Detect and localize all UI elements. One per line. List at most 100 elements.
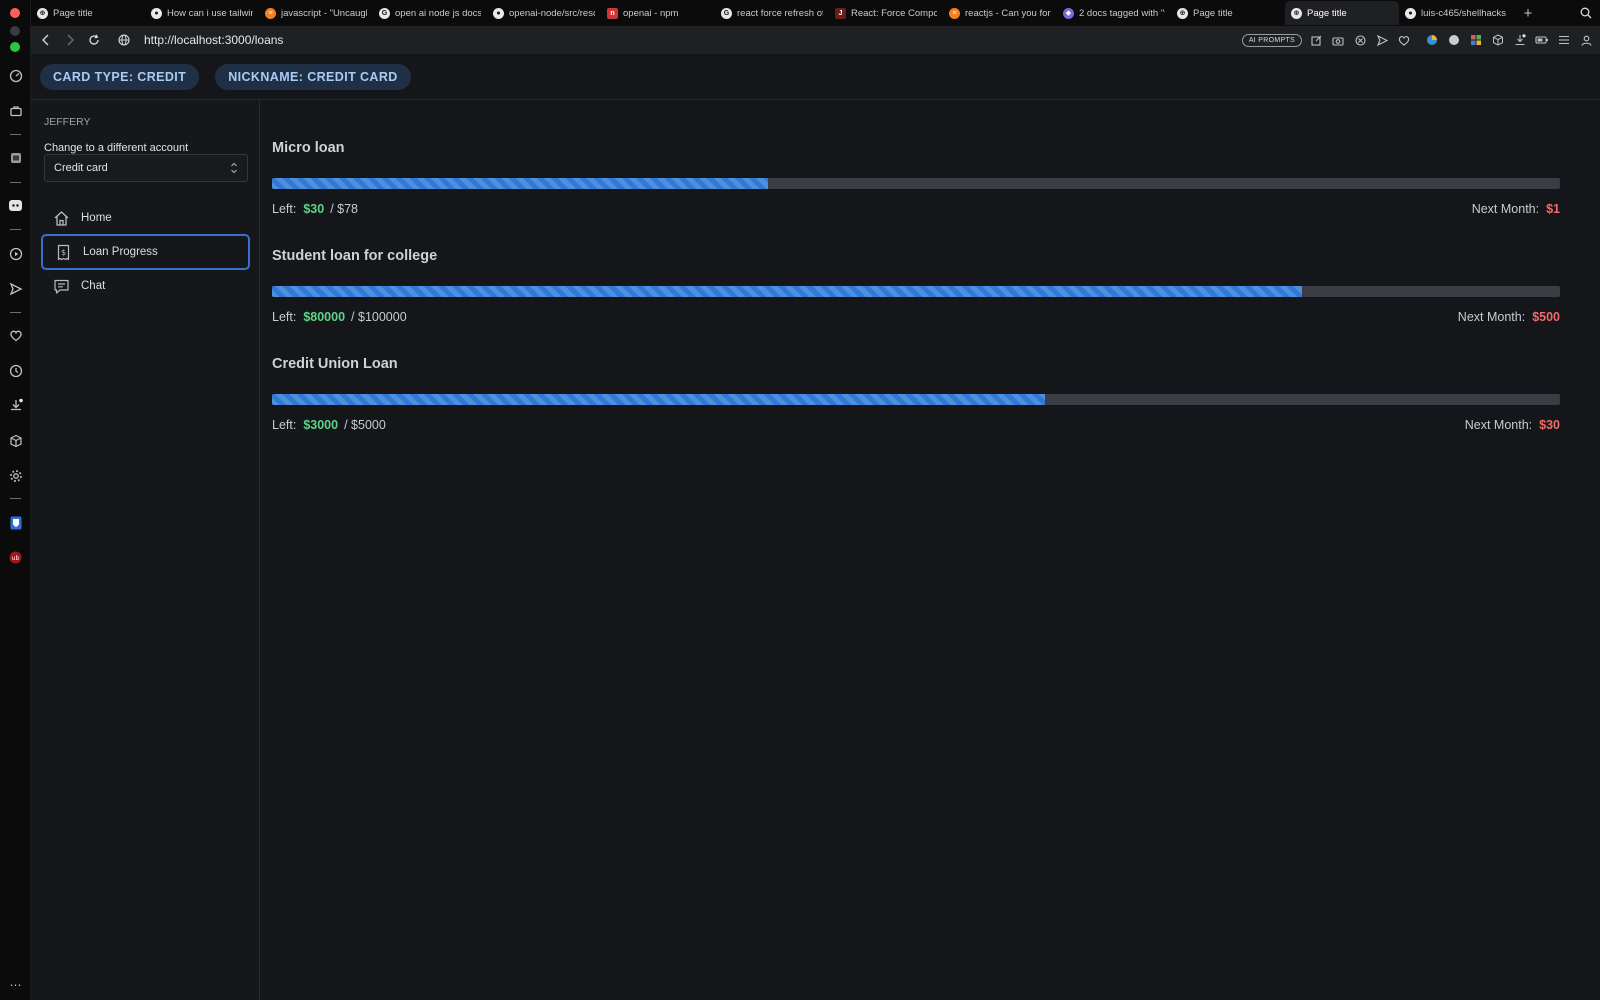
briefcase-icon[interactable]	[7, 102, 24, 119]
app-sidebar: JEFFERY Change to a different account Cr…	[31, 100, 260, 1000]
browser-sidebar: ub ⋯	[0, 0, 31, 1000]
github-icon: ●	[1405, 7, 1416, 19]
history-icon[interactable]	[7, 362, 24, 379]
send-icon[interactable]	[1374, 32, 1390, 48]
heart-icon[interactable]	[7, 327, 24, 344]
chevron-right-icon	[67, 34, 74, 46]
j-icon: J	[835, 7, 846, 19]
sidebar-item-label: Loan Progress	[83, 246, 158, 258]
browser-tab[interactable]: Gopen ai node js docs	[373, 1, 487, 25]
cube-icon[interactable]	[7, 432, 24, 449]
play-circle-icon[interactable]	[7, 245, 24, 262]
url-field[interactable]: http://localhost:3000/loans	[144, 33, 283, 47]
back-button[interactable]	[34, 28, 58, 52]
block-icon[interactable]	[1352, 32, 1368, 48]
change-account-label: Change to a different account	[44, 142, 189, 154]
downloads-icon[interactable]	[7, 396, 24, 413]
user-name: JEFFERY	[44, 116, 91, 128]
card-type-badge: CARD TYPE: CREDIT	[40, 63, 200, 90]
reload-button[interactable]	[82, 28, 106, 52]
browser-tab[interactable]: ◆ 2 docs tagged with "t	[1057, 1, 1171, 25]
browser-tab-active[interactable]: ⊕ Page title	[1285, 1, 1399, 25]
messenger-icon[interactable]	[7, 149, 24, 166]
forward-button[interactable]	[58, 28, 82, 52]
tab-label: openai - npm	[623, 7, 679, 19]
left-label: Left:	[272, 418, 297, 432]
camera-icon[interactable]	[1330, 32, 1346, 48]
left-label: Left:	[272, 310, 297, 324]
browser-tab[interactable]: J React: Force Compon	[829, 1, 943, 25]
heart-icon[interactable]	[1396, 32, 1412, 48]
loan-title: Student loan for college	[272, 248, 438, 264]
tab-label: 2 docs tagged with "t	[1079, 7, 1165, 19]
profile-icon[interactable]	[1578, 32, 1594, 48]
loan-progress-fill	[272, 394, 1045, 405]
browser-tab[interactable]: ⊕ Page title	[1171, 1, 1285, 25]
browser-tab[interactable]: ≡ reactjs - Can you forc	[943, 1, 1057, 25]
tab-label: reactjs - Can you forc	[965, 7, 1051, 19]
plus-icon: +	[1523, 4, 1533, 22]
loan-card: Credit Union Loan Left: $3000 / $5000 Ne…	[272, 356, 1560, 432]
tab-label: luis-c465/shellhacks	[1421, 7, 1507, 19]
settings-gear-icon[interactable]	[7, 467, 24, 484]
edit-icon[interactable]	[1308, 32, 1324, 48]
extension-face-icon[interactable]	[1446, 32, 1462, 48]
loan-progress-bar	[272, 394, 1560, 405]
site-info-button[interactable]	[112, 28, 136, 52]
sidebar-item-home[interactable]: Home	[41, 200, 250, 236]
tab-strip: ⊕ Page title ● How can i use tailwind ≡ jav…	[31, 0, 1600, 26]
sidebar-item-loan-progress[interactable]: $ Loan Progress	[41, 234, 250, 270]
sidebar-item-chat[interactable]: Chat	[41, 268, 250, 304]
loan-meta: Left: $30 / $78 Next Month: $1	[272, 202, 1560, 216]
browser-tab[interactable]: ● openai-node/src/reso	[487, 1, 601, 25]
ai-prompts-button[interactable]: AI PROMPTS	[1241, 33, 1302, 47]
left-amount: $30	[303, 202, 325, 216]
loan-card: Student loan for college Left: $80000 / …	[272, 248, 1560, 324]
battery-icon[interactable]	[1534, 32, 1550, 48]
left-amount: $3000	[303, 418, 339, 432]
npm-icon: n	[607, 7, 618, 19]
tab-label: javascript - "Uncaught	[281, 7, 367, 19]
svg-text:$: $	[61, 248, 66, 257]
browser-tab[interactable]: ● How can i use tailwind	[145, 1, 259, 25]
browser-tab[interactable]: ⊕ Page title	[31, 1, 145, 25]
tab-label: open ai node js docs	[395, 7, 481, 19]
extension-colorful-icon[interactable]	[1424, 32, 1440, 48]
google-icon: G	[721, 7, 732, 19]
stackoverflow-icon: ≡	[949, 7, 960, 19]
next-month-label: Next Month:	[1464, 418, 1533, 432]
new-tab-button[interactable]: +	[1513, 1, 1543, 25]
ublock-icon[interactable]: ub	[7, 549, 24, 566]
browser-tab[interactable]: n openai - npm	[601, 1, 715, 25]
loan-progress-bar	[272, 286, 1560, 297]
globe-icon	[118, 34, 130, 46]
tab-search-button[interactable]	[1572, 1, 1600, 25]
total-amount: / $100000	[351, 310, 407, 324]
address-bar: http://localhost:3000/loans AI PROMPTS	[31, 26, 1600, 54]
browser-tab[interactable]: ● luis-c465/shellhacks	[1399, 1, 1513, 25]
browser-tab[interactable]: Greact force refresh of	[715, 1, 829, 25]
next-month-amount: $1	[1546, 202, 1560, 216]
globe-icon: ⊕	[1291, 7, 1302, 19]
cube-icon[interactable]	[1490, 32, 1506, 48]
more-options-icon[interactable]: ⋯	[7, 976, 24, 993]
discord-icon[interactable]	[7, 197, 24, 214]
bitwarden-icon[interactable]	[7, 514, 24, 531]
browser-tab[interactable]: ≡ javascript - "Uncaught	[259, 1, 373, 25]
tab-label: react force refresh of	[737, 7, 823, 19]
zoom-window-dot[interactable]	[10, 42, 20, 52]
speed-dial-icon[interactable]	[7, 67, 24, 84]
close-window-dot[interactable]	[10, 8, 20, 18]
next-month-amount: $30	[1539, 418, 1560, 432]
download-icon[interactable]	[1512, 32, 1528, 48]
account-select[interactable]: Credit card	[44, 154, 248, 182]
loan-title: Micro loan	[272, 140, 345, 156]
send-icon[interactable]	[7, 280, 24, 297]
extension-grid-icon[interactable]	[1468, 32, 1484, 48]
google-icon: G	[379, 7, 390, 19]
menu-lines-icon[interactable]	[1556, 32, 1572, 48]
minimize-window-dot[interactable]	[10, 26, 20, 36]
receipt-dollar-icon: $	[57, 244, 70, 260]
next-month-label: Next Month:	[1457, 310, 1526, 324]
app-root: CARD TYPE: CREDIT NICKNAME: CREDIT CARD …	[31, 54, 1600, 1000]
